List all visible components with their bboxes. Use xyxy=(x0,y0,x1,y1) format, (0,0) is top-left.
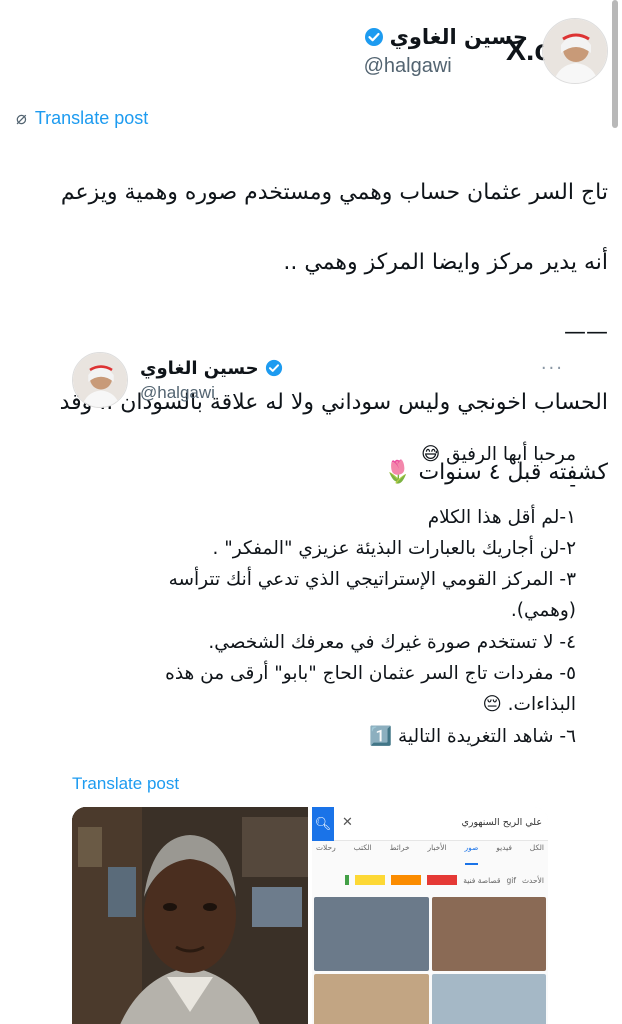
post-header: حسين الغاوي @halgawi xyxy=(364,18,608,84)
image-tile xyxy=(431,973,546,1024)
verified-icon xyxy=(364,27,383,46)
quoted-line: ٣- المركز القومي الإستراتيجي الذي تدعي أ… xyxy=(168,569,576,591)
screenshot-image-tiles xyxy=(314,897,546,1024)
post-line: تاج السر عثمان حساب وهمي ومستخدم صوره وه… xyxy=(60,180,608,205)
image-tile xyxy=(314,973,429,1024)
quoted-line: ١-لم أقل هذا الكلام xyxy=(427,506,576,528)
translate-post-label: Translate post xyxy=(34,108,149,128)
screenshot-filter: الأحدث xyxy=(522,875,544,885)
quoted-author-handle[interactable]: @halgawi xyxy=(140,383,283,403)
quoted-line: ٦- شاهد التغريدة التالية 1️⃣ xyxy=(369,725,576,747)
screenshot-query: علي الريح السنهوري xyxy=(461,817,542,828)
screenshot-filter: gif xyxy=(506,875,517,885)
screenshot-tab: الأخبار xyxy=(427,843,447,852)
quoted-line: ٤- لا تستخدم صورة غيرك في معرفك الشخصي. xyxy=(208,631,576,653)
more-options-icon[interactable]: ··· xyxy=(541,358,564,379)
color-swatch xyxy=(345,875,350,885)
screenshot-tab: خرائط xyxy=(389,843,410,852)
screenshot-filters: الأحدث gif قصاصة فنية xyxy=(312,871,548,889)
quoted-post[interactable]: حسين الغاوي @halgawi ··· مرحبا أيها الرف… xyxy=(56,336,576,1024)
post-line: أنه يدير مركز وايضا المركز وهمي .. xyxy=(283,250,608,275)
screenshot-filter: قصاصة فنية xyxy=(463,875,501,885)
media-search-screenshot[interactable]: 🔍︎ ✕ علي الريح السنهوري الكل فيديو صور ا… xyxy=(312,807,548,1024)
avatar[interactable] xyxy=(542,18,608,84)
author-id: حسين الغاوي @halgawi xyxy=(364,25,528,78)
quoted-translate-link[interactable]: Translate post xyxy=(72,774,179,794)
quoted-avatar[interactable] xyxy=(72,352,128,408)
quoted-line: (وهمي). xyxy=(510,600,576,622)
image-tile xyxy=(431,897,546,971)
screenshot-tab: فيديو xyxy=(496,843,512,852)
translate-icon: ⌀ xyxy=(16,108,27,128)
quoted-author-name[interactable]: حسين الغاوي xyxy=(140,358,259,379)
verified-icon xyxy=(265,359,282,377)
quoted-line: مرحبا أيها الرفيق 😅 xyxy=(421,444,576,465)
quoted-header: حسين الغاوي @halgawi xyxy=(72,352,283,408)
screenshot-tab: رحلات xyxy=(316,843,336,852)
image-tile xyxy=(314,897,429,971)
quoted-line: ٥- مفردات تاج السر عثمان الحاج "بابو" أر… xyxy=(165,663,576,685)
screenshot-search-bar: 🔍︎ ✕ علي الريح السنهوري xyxy=(312,807,548,841)
media-grid: 🔍︎ ✕ علي الريح السنهوري الكل فيديو صور ا… xyxy=(72,807,548,1024)
screenshot-tab: الكل xyxy=(529,843,544,852)
quoted-line: ٢-لن أجاريك بالعبارات البذيئة عزيزي "الم… xyxy=(212,537,576,559)
author-handle[interactable]: @halgawi xyxy=(364,55,528,78)
scrollbar[interactable] xyxy=(612,0,618,128)
color-swatch xyxy=(427,875,458,885)
close-icon: ✕ xyxy=(342,815,353,830)
color-swatch xyxy=(355,875,386,885)
search-icon: 🔍︎ xyxy=(312,807,334,841)
quoted-text: مرحبا أيها الرفيق 😅 - ١-لم أقل هذا الكلا… xyxy=(76,439,576,752)
translate-post-link[interactable]: ⌀ Translate post xyxy=(16,108,148,129)
screenshot-tabs: الكل فيديو صور الأخبار خرائط الكتب رحلات xyxy=(312,843,548,865)
screenshot-tab: الكتب xyxy=(353,843,372,852)
quoted-line: - xyxy=(569,475,576,497)
author-name[interactable]: حسين الغاوي xyxy=(390,25,528,49)
media-photo-portrait[interactable] xyxy=(72,807,308,1024)
screenshot-tab-active: صور xyxy=(464,843,479,865)
color-swatch xyxy=(391,875,422,885)
quoted-line: البذاءات. 😔 xyxy=(482,694,576,716)
